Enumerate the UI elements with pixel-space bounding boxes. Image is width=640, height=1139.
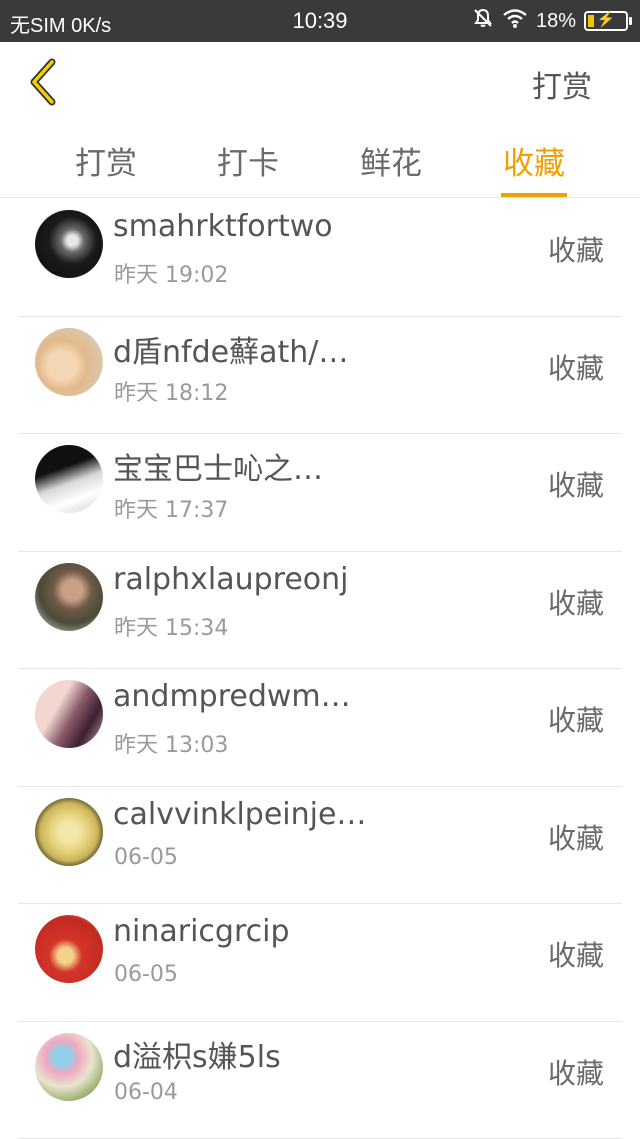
back-button[interactable] [18, 54, 68, 110]
avatar[interactable] [35, 563, 103, 631]
favorite-label: 收藏 [548, 1052, 604, 1092]
battery-percent: 18% [536, 10, 576, 33]
user-name[interactable]: 宝宝巴士吣之… [113, 444, 323, 488]
tab-label: 收藏 [503, 146, 565, 182]
tab-checkin[interactable]: 打卡 [193, 138, 303, 183]
reward-action-button[interactable]: 打赏 [532, 62, 592, 106]
user-name[interactable]: smahrktfortwo [113, 209, 333, 244]
tab-bar: 打赏 打卡 鲜花 收藏 [0, 122, 640, 198]
user-name[interactable]: calvvinklpeinje… [113, 797, 366, 832]
list-item[interactable]: calvvinklpeinje… 06-05 收藏 [18, 787, 622, 905]
wifi-icon [502, 7, 528, 35]
timestamp: 06-04 [114, 1080, 178, 1105]
mute-icon [472, 7, 494, 35]
timestamp: 06-05 [114, 845, 178, 870]
status-icons: 18% ⚡ [472, 7, 628, 35]
user-name[interactable]: d溢枳s嫌5ls [113, 1032, 281, 1076]
avatar[interactable] [35, 680, 103, 748]
favorite-label: 收藏 [548, 934, 604, 974]
timestamp: 昨天 18:12 [114, 375, 228, 407]
tab-label: 打赏 [75, 146, 137, 182]
timestamp: 昨天 17:37 [114, 492, 228, 524]
avatar[interactable] [35, 798, 103, 866]
list-item[interactable]: d溢枳s嫌5ls 06-04 收藏 [18, 1022, 622, 1139]
tab-reward[interactable]: 打赏 [51, 138, 161, 183]
list-item[interactable]: ninaricgrcip 06-05 收藏 [18, 904, 622, 1022]
avatar[interactable] [35, 1033, 103, 1101]
favorite-label: 收藏 [548, 347, 604, 387]
timestamp: 昨天 15:34 [114, 610, 228, 642]
user-name[interactable]: ralphxlaupreonj [113, 562, 348, 597]
tab-favorites[interactable]: 收藏 [479, 138, 589, 197]
avatar[interactable] [35, 915, 103, 983]
favorite-label: 收藏 [548, 699, 604, 739]
favorites-list: smahrktfortwo 昨天 19:02 收藏 d盾nfde蘚ath/… 昨… [18, 199, 622, 1139]
favorite-label: 收藏 [548, 582, 604, 622]
tab-label: 鲜花 [360, 146, 422, 182]
timestamp: 昨天 13:03 [114, 727, 228, 759]
user-name[interactable]: ninaricgrcip [113, 914, 290, 949]
list-item[interactable]: 宝宝巴士吣之… 昨天 17:37 收藏 [18, 434, 622, 552]
timestamp: 06-05 [114, 962, 178, 987]
active-tab-indicator [501, 193, 567, 197]
user-name[interactable]: d盾nfde蘚ath/… [113, 327, 348, 371]
chevron-left-icon [26, 58, 60, 106]
favorite-label: 收藏 [548, 229, 604, 269]
timestamp: 昨天 19:02 [114, 257, 228, 289]
avatar[interactable] [35, 210, 103, 278]
user-name[interactable]: andmpredwm… [113, 679, 351, 714]
list-item[interactable]: d盾nfde蘚ath/… 昨天 18:12 收藏 [18, 317, 622, 435]
list-item[interactable]: andmpredwm… 昨天 13:03 收藏 [18, 669, 622, 787]
avatar[interactable] [35, 445, 103, 513]
list-item[interactable]: ralphxlaupreonj 昨天 15:34 收藏 [18, 552, 622, 670]
favorite-label: 收藏 [548, 817, 604, 857]
tab-label: 打卡 [217, 146, 279, 182]
avatar[interactable] [35, 328, 103, 396]
favorite-label: 收藏 [548, 464, 604, 504]
battery-icon: ⚡ [584, 11, 628, 31]
top-app-bar: 打赏 [0, 42, 640, 122]
tab-flowers[interactable]: 鲜花 [336, 138, 446, 183]
status-bar: 无SIM 0K/s 10:39 18% ⚡ [0, 0, 640, 42]
list-item[interactable]: smahrktfortwo 昨天 19:02 收藏 [18, 199, 622, 317]
